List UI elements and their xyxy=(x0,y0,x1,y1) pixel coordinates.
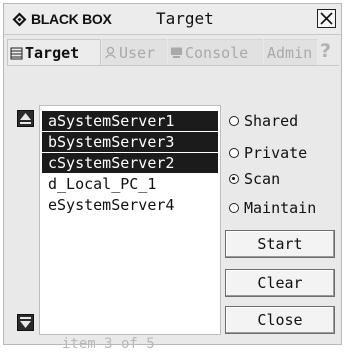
mode-shared-radio[interactable]: Shared xyxy=(229,112,298,130)
list-item[interactable]: eSystemServer4 xyxy=(42,195,218,215)
mode-maintain-radio[interactable]: Maintain xyxy=(229,199,316,217)
tab-user-label: User xyxy=(119,43,156,62)
close-icon xyxy=(320,12,333,25)
mode-scan-radio[interactable]: Scan xyxy=(229,170,280,188)
close-button[interactable]: Close xyxy=(225,306,335,334)
target-list[interactable]: aSystemServer1 bSystemServer3 cSystemSer… xyxy=(39,105,221,335)
radio-unchecked-icon xyxy=(229,116,239,126)
tab-admin-label: Admin xyxy=(267,43,313,62)
radio-unchecked-icon xyxy=(229,203,239,213)
list-item[interactable]: d_Local_PC_1 xyxy=(42,174,218,194)
mode-private-radio[interactable]: Private xyxy=(229,144,307,162)
brand-name: BLACK BOX xyxy=(31,11,112,27)
radio-unchecked-icon xyxy=(229,148,239,158)
tab-console-label: Console xyxy=(185,43,249,62)
scroll-up-button[interactable] xyxy=(17,110,34,127)
title-bar[interactable]: BLACK BOX Target xyxy=(4,4,341,35)
clear-button[interactable]: Clear xyxy=(225,269,335,297)
list-item[interactable]: bSystemServer3 xyxy=(42,132,218,152)
tab-user[interactable]: User xyxy=(102,39,167,65)
help-icon[interactable]: ? xyxy=(320,40,331,62)
console-tab-icon xyxy=(171,47,182,58)
close-window-button[interactable] xyxy=(317,9,336,28)
window-title: Target xyxy=(156,9,214,28)
mode-maintain-label: Maintain xyxy=(244,199,317,217)
user-tab-icon xyxy=(105,46,116,59)
tab-admin[interactable]: Admin xyxy=(264,39,317,65)
tab-target-label: Target xyxy=(25,44,80,62)
brand-logo: BLACK BOX xyxy=(12,11,112,27)
target-tab-icon xyxy=(10,47,23,59)
tab-console[interactable]: Console xyxy=(168,39,263,65)
black-box-logo-icon xyxy=(12,12,27,26)
start-button[interactable]: Start xyxy=(225,230,335,258)
target-window: BLACK BOX Target Target User Console Adm… xyxy=(3,3,342,352)
list-status: item 3 of 5 xyxy=(62,336,155,352)
scroll-up-arrow-icon xyxy=(20,113,31,124)
list-item[interactable]: cSystemServer2 xyxy=(42,153,218,173)
scroll-down-button[interactable] xyxy=(17,314,34,331)
radio-checked-icon xyxy=(229,174,239,184)
mode-private-label: Private xyxy=(244,144,308,162)
scroll-down-arrow-icon xyxy=(20,317,31,328)
mode-scan-label: Scan xyxy=(244,170,281,188)
list-item[interactable]: aSystemServer1 xyxy=(42,111,218,131)
tab-target[interactable]: Target xyxy=(7,39,101,66)
tab-bar: Target User Console Admin ? xyxy=(7,39,340,66)
target-tab-panel: aSystemServer1 bSystemServer3 cSystemSer… xyxy=(7,65,339,352)
mode-shared-label: Shared xyxy=(244,112,299,130)
